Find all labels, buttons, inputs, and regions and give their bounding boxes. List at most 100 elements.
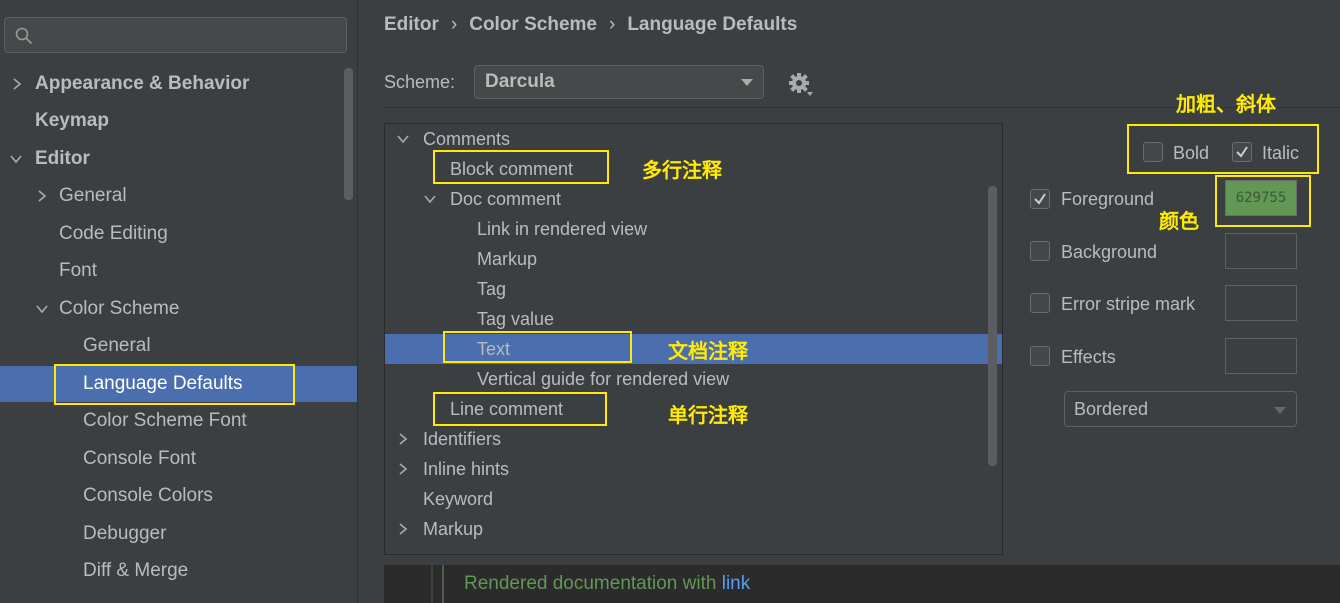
tree-row-vertical-guide[interactable]: Vertical guide for rendered view	[385, 364, 1002, 394]
sidebar-item-label: Keymap	[35, 110, 109, 131]
error-stripe-checkbox[interactable]	[1030, 293, 1050, 313]
highlight-text	[443, 331, 632, 363]
sidebar-item-appearance-behavior[interactable]: Appearance & Behavior	[0, 66, 357, 102]
sidebar-item-label: Color Scheme Font	[83, 410, 247, 431]
sidebar-item-label: General	[59, 185, 127, 206]
effects-type-value: Bordered	[1074, 399, 1149, 419]
chevron-right-icon[interactable]	[397, 433, 409, 445]
effects-type-dropdown[interactable]: Bordered	[1064, 391, 1297, 427]
sidebar-item-color-scheme-font[interactable]: Color Scheme Font	[0, 403, 357, 439]
search-input[interactable]	[4, 17, 347, 53]
chevron-down-icon[interactable]	[397, 133, 409, 145]
annotation-bold-italic: 加粗、斜体	[1176, 94, 1276, 116]
sidebar-item-label: Appearance & Behavior	[35, 73, 250, 94]
sidebar-item-editor[interactable]: Editor	[0, 141, 357, 177]
scheme-dropdown-value: Darcula	[485, 71, 555, 92]
tree-row-label: Tag value	[477, 309, 555, 329]
tree-row-label: Tag	[477, 279, 507, 299]
sidebar-item-keymap[interactable]: Keymap	[0, 103, 357, 139]
sidebar-item-label: Font	[59, 260, 98, 281]
tree-row-markup-group[interactable]: Markup	[385, 514, 1002, 544]
breadcrumb: Editor › Color Scheme › Language Defaults	[384, 14, 797, 42]
chevron-right-icon[interactable]	[11, 78, 23, 90]
highlight-foreground-color	[1215, 175, 1311, 227]
tree-row-label: Identifiers	[423, 429, 502, 449]
tree-row-label: Markup	[477, 249, 538, 269]
breadcrumb-editor[interactable]: Editor	[384, 14, 439, 36]
sidebar-item-color-scheme-general[interactable]: General	[0, 328, 357, 364]
settings-sidebar: Appearance & Behavior Keymap Editor Gene…	[0, 0, 358, 603]
sidebar-scrollbar[interactable]	[344, 68, 353, 200]
sidebar-item-diff-merge[interactable]: Diff & Merge	[0, 553, 357, 589]
preview-text: Rendered documentation with link	[464, 573, 750, 595]
chevron-down-icon[interactable]	[10, 153, 22, 165]
chevron-down-icon[interactable]	[424, 193, 436, 205]
checkmark-icon	[1034, 193, 1046, 205]
error-stripe-color-swatch[interactable]	[1225, 285, 1297, 321]
sidebar-item-code-editing[interactable]: Code Editing	[0, 216, 357, 252]
background-label: Background	[1061, 242, 1158, 262]
foreground-label: Foreground	[1061, 189, 1155, 209]
highlight-block-comment	[433, 150, 609, 184]
annotation-line-comment: 单行注释	[668, 405, 748, 427]
sidebar-item-label: Color Scheme	[59, 298, 180, 319]
breadcrumb-separator: ›	[608, 14, 616, 35]
background-color-swatch[interactable]	[1225, 233, 1297, 269]
annotation-color: 颜色	[1159, 211, 1199, 233]
preview-link[interactable]: link	[722, 573, 751, 594]
tree-row-label: Doc comment	[450, 189, 562, 209]
tree-row-link-in-rendered-view[interactable]: Link in rendered view	[385, 214, 1002, 244]
effects-checkbox[interactable]	[1030, 346, 1050, 366]
breadcrumb-language-defaults: Language Defaults	[627, 14, 798, 35]
gear-icon[interactable]	[788, 72, 814, 98]
sidebar-item-debugger[interactable]: Debugger	[0, 516, 357, 552]
chevron-right-icon[interactable]	[397, 523, 409, 535]
sidebar-item-console-font[interactable]: Console Font	[0, 441, 357, 477]
annotation-block-comment: 多行注释	[642, 160, 722, 182]
tree-row-label: Inline hints	[423, 459, 510, 479]
breadcrumb-color-scheme[interactable]: Color Scheme	[469, 14, 597, 36]
effects-color-swatch[interactable]	[1225, 338, 1297, 374]
highlight-bold-italic	[1127, 124, 1319, 174]
error-stripe-label: Error stripe mark	[1061, 294, 1196, 314]
tree-row-tag[interactable]: Tag	[385, 274, 1002, 304]
tree-scrollbar[interactable]	[988, 186, 997, 466]
tree-row-label: Vertical guide for rendered view	[477, 369, 730, 389]
chevron-right-icon[interactable]	[397, 463, 409, 475]
tree-row-identifiers[interactable]: Identifiers	[385, 424, 1002, 454]
sidebar-item-console-colors[interactable]: Console Colors	[0, 478, 357, 514]
tree-row-markup[interactable]: Markup	[385, 244, 1002, 274]
scheme-dropdown[interactable]: Darcula	[474, 65, 764, 99]
background-checkbox[interactable]	[1030, 241, 1050, 261]
tree-row-tag-value[interactable]: Tag value	[385, 304, 1002, 334]
sidebar-item-general[interactable]: General	[0, 178, 357, 214]
breadcrumb-separator: ›	[450, 14, 458, 35]
effects-label: Effects	[1061, 347, 1116, 367]
sidebar-item-color-scheme[interactable]: Color Scheme	[0, 291, 357, 327]
sidebar-item-font[interactable]: Font	[0, 253, 357, 289]
search-icon	[15, 27, 33, 45]
indent-guide	[431, 565, 433, 603]
tree-row-inline-hints[interactable]: Inline hints	[385, 454, 1002, 484]
chevron-down-icon[interactable]	[36, 303, 48, 315]
sidebar-item-label: Code Editing	[59, 223, 168, 244]
highlight-language-defaults	[54, 364, 295, 405]
sidebar-item-label: General	[83, 335, 151, 356]
preview-editor: Rendered documentation with link	[384, 565, 1340, 603]
tree-row-doc-comment[interactable]: Doc comment	[385, 184, 1002, 214]
tree-row-keyword[interactable]: Keyword	[385, 484, 1002, 514]
tree-row-label: Link in rendered view	[477, 219, 648, 239]
tree-row-label: Markup	[423, 519, 484, 539]
preview-doc-text: Rendered documentation with	[464, 573, 722, 594]
doc-guide	[442, 565, 444, 603]
scheme-label: Scheme:	[384, 72, 456, 92]
tree-row-label: Keyword	[423, 489, 494, 509]
sidebar-item-label: Diff & Merge	[83, 560, 189, 581]
highlight-line-comment	[433, 392, 607, 426]
sidebar-item-label: Editor	[35, 148, 90, 169]
foreground-checkbox[interactable]	[1030, 189, 1050, 209]
sidebar-item-label: Console Colors	[83, 485, 213, 506]
dropdown-arrow-icon	[741, 79, 753, 86]
chevron-right-icon[interactable]	[36, 190, 48, 202]
annotation-doc-comment: 文档注释	[668, 341, 748, 363]
